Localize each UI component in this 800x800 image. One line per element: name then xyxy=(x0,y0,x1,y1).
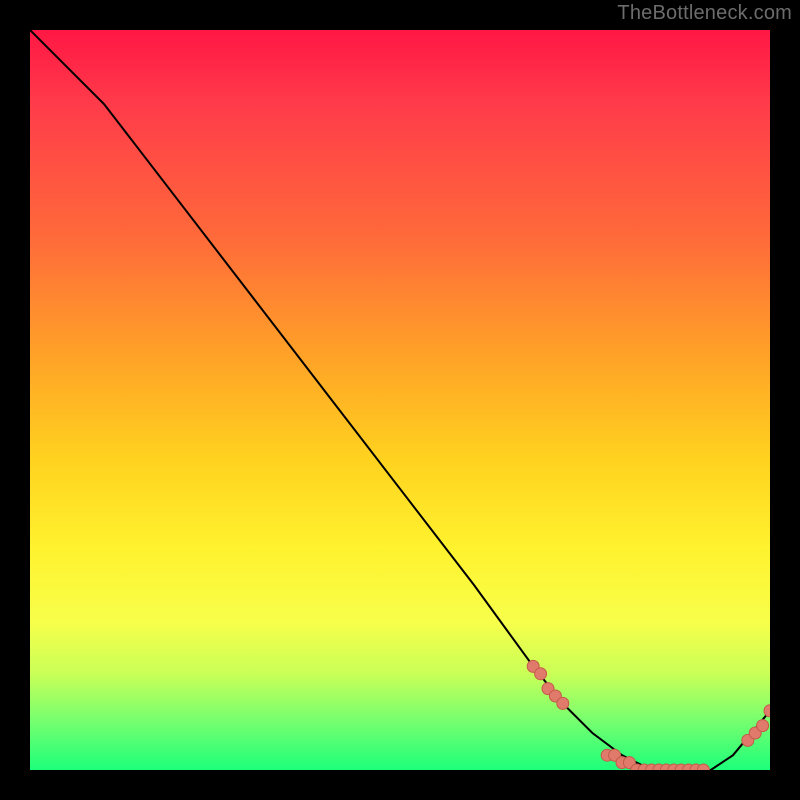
data-point-marker xyxy=(557,697,569,709)
marker-cluster-rise xyxy=(742,705,770,747)
watermark-text: TheBottleneck.com xyxy=(617,2,792,25)
marker-cluster-descent xyxy=(527,660,569,709)
data-point-marker xyxy=(757,720,769,732)
chart-overlay-svg xyxy=(30,30,770,770)
bottleneck-curve xyxy=(30,30,770,770)
data-point-marker xyxy=(764,705,770,717)
data-point-marker xyxy=(535,668,547,680)
marker-cluster-valley xyxy=(601,749,709,770)
chart-frame: TheBottleneck.com xyxy=(0,0,800,800)
